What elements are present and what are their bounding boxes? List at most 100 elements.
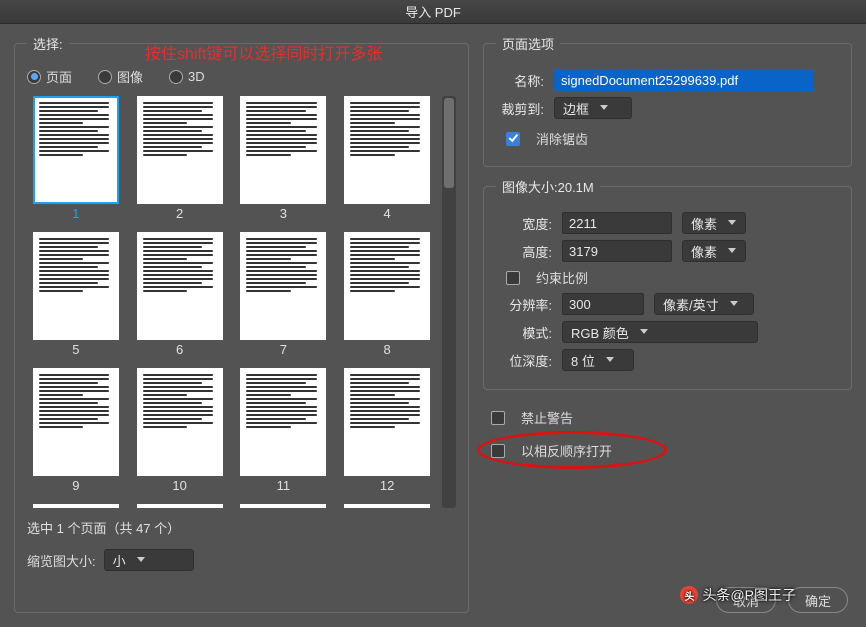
page-thumbnail[interactable] [27, 504, 125, 508]
thumbnail-preview [137, 96, 223, 204]
thumbnail-label: 3 [280, 206, 287, 221]
thumbnail-preview [344, 504, 430, 508]
crop-label: 裁剪到: [496, 99, 544, 118]
page-thumbnail[interactable]: 6 [131, 232, 229, 362]
thumbnail-preview [344, 96, 430, 204]
name-label: 名称: [496, 71, 544, 90]
thumbnail-preview [240, 96, 326, 204]
resolution-label: 分辨率: [496, 295, 552, 314]
thumbnail-scrollbar[interactable] [442, 96, 456, 508]
window-title: 导入 PDF [405, 2, 461, 21]
thumbnail-preview [137, 504, 223, 508]
page-thumbnail[interactable] [338, 504, 436, 508]
height-input[interactable] [562, 240, 672, 262]
thumb-size-value: 小 [113, 551, 126, 570]
height-unit: 像素 [691, 242, 717, 261]
width-unit: 像素 [691, 214, 717, 233]
chevron-down-icon [603, 353, 617, 367]
chevron-down-icon [134, 553, 148, 567]
page-thumbnail[interactable]: 12 [338, 368, 436, 498]
image-size-group: 图像大小:20.1M 宽度: 像素 高度: 像素 [483, 177, 852, 390]
thumb-size-dropdown[interactable]: 小 [104, 549, 194, 571]
width-unit-dropdown[interactable]: 像素 [682, 212, 746, 234]
suppress-warnings-checkbox[interactable] [491, 411, 505, 425]
page-thumbnail[interactable]: 1 [27, 96, 125, 226]
page-thumbnail[interactable]: 10 [131, 368, 229, 498]
mode-value: RGB 颜色 [571, 323, 629, 342]
radio-image-label: 图像 [117, 67, 143, 86]
thumbnail-label: 9 [72, 478, 79, 493]
page-thumbnail[interactable]: 8 [338, 232, 436, 362]
chevron-down-icon [725, 244, 739, 258]
mode-label: 模式: [496, 323, 552, 342]
watermark-text: 头条@P图王子 [702, 585, 796, 605]
suppress-warnings-label: 禁止警告 [521, 408, 573, 427]
import-pdf-dialog: 导入 PDF 按住shift键可以选择同时打开多张 选择: 页面 图像 [0, 0, 866, 627]
chevron-down-icon [637, 325, 651, 339]
titlebar: 导入 PDF [0, 0, 866, 24]
width-label: 宽度: [496, 214, 552, 233]
thumbnail-label: 11 [277, 478, 291, 493]
page-thumbnail[interactable]: 5 [27, 232, 125, 362]
radio-dot-icon [169, 70, 183, 84]
page-thumbnail[interactable]: 2 [131, 96, 229, 226]
radio-image[interactable]: 图像 [98, 67, 143, 86]
radio-page[interactable]: 页面 [27, 67, 72, 86]
scrollbar-thumb[interactable] [444, 98, 454, 188]
page-thumbnail[interactable]: 4 [338, 96, 436, 226]
thumbnail-grid: 123456789101112 [27, 96, 436, 508]
constrain-checkbox[interactable] [506, 271, 520, 285]
height-unit-dropdown[interactable]: 像素 [682, 240, 746, 262]
selection-status: 选中 1 个页面（共 47 个） [27, 518, 456, 537]
crop-dropdown[interactable]: 边框 [554, 97, 632, 119]
radio-3d-label: 3D [188, 69, 205, 84]
width-input[interactable] [562, 212, 672, 234]
depth-label: 位深度: [496, 351, 552, 370]
reverse-order-checkbox[interactable] [491, 444, 505, 458]
annotation-text: 按住shift键可以选择同时打开多张 [145, 40, 382, 64]
thumbnail-preview [33, 368, 119, 476]
select-group-legend: 选择: [27, 34, 69, 53]
resolution-input[interactable] [562, 293, 644, 315]
radio-3d[interactable]: 3D [169, 69, 205, 84]
page-thumbnail[interactable] [235, 504, 333, 508]
depth-dropdown[interactable]: 8 位 [562, 349, 634, 371]
chevron-down-icon [725, 216, 739, 230]
chevron-down-icon [727, 297, 741, 311]
content-type-radio-group: 页面 图像 3D [27, 67, 456, 86]
mode-dropdown[interactable]: RGB 颜色 [562, 321, 758, 343]
thumbnail-label: 5 [72, 342, 79, 357]
constrain-label: 约束比例 [536, 268, 588, 287]
thumbnail-label: 2 [176, 206, 183, 221]
antialias-label: 消除锯齿 [536, 129, 588, 148]
thumbnail-preview [33, 96, 119, 204]
ok-button[interactable]: 确定 [788, 587, 848, 613]
name-input[interactable] [554, 69, 814, 91]
antialias-checkbox[interactable] [506, 132, 520, 146]
chevron-down-icon [597, 101, 611, 115]
thumbnail-label: 7 [280, 342, 287, 357]
page-thumbnail[interactable]: 11 [235, 368, 333, 498]
page-options-group: 页面选项 名称: 裁剪到: 边框 消除锯齿 [483, 34, 852, 167]
thumbnail-label: 4 [384, 206, 391, 221]
page-thumbnail[interactable] [131, 504, 229, 508]
resolution-unit-dropdown[interactable]: 像素/英寸 [654, 293, 754, 315]
thumb-size-label: 缩览图大小: [27, 551, 96, 570]
page-thumbnail[interactable]: 3 [235, 96, 333, 226]
thumbnail-preview [137, 368, 223, 476]
thumbnail-preview [344, 368, 430, 476]
thumbnail-preview [240, 232, 326, 340]
reverse-order-label: 以相反顺序打开 [521, 441, 612, 460]
page-thumbnail[interactable]: 9 [27, 368, 125, 498]
thumbnail-preview [33, 504, 119, 508]
page-options-legend: 页面选项 [496, 34, 560, 53]
height-label: 高度: [496, 242, 552, 261]
radio-dot-icon [98, 70, 112, 84]
watermark: 头 头条@P图王子 [680, 585, 796, 605]
thumbnail-label: 10 [172, 478, 186, 493]
thumbnail-preview [137, 232, 223, 340]
radio-page-label: 页面 [46, 67, 72, 86]
thumbnail-label: 6 [176, 342, 183, 357]
page-thumbnail[interactable]: 7 [235, 232, 333, 362]
crop-value: 边框 [563, 99, 589, 118]
